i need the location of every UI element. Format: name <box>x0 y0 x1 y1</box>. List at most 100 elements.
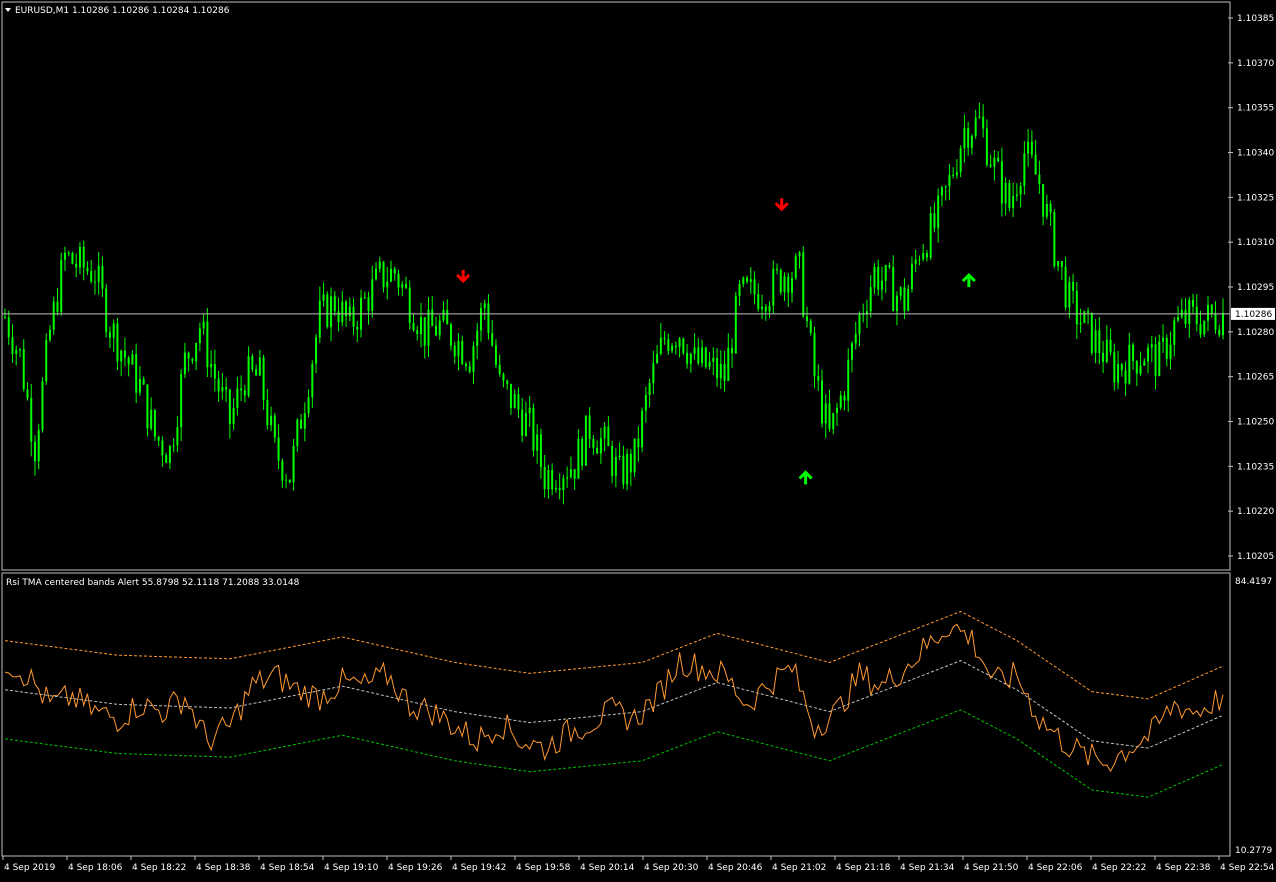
candle-body <box>888 265 891 268</box>
candle-body <box>933 213 936 229</box>
mt4-chart-window[interactable]: 1.10385 1.10370 1.10355 1.10340 1.10325 1.103… <box>0 0 1276 878</box>
time-tick-label: 4 Sep 18:54 <box>260 863 315 873</box>
candle-body <box>168 446 171 463</box>
candle-body <box>641 410 644 448</box>
candle-body <box>446 310 449 325</box>
candle-body <box>202 321 205 329</box>
candle-body <box>251 356 254 370</box>
candle-body <box>472 345 475 372</box>
candle-body <box>187 352 190 359</box>
candle-body <box>708 361 711 367</box>
candle-body <box>303 413 306 429</box>
price-tick-label: 1.10235 <box>1237 462 1274 472</box>
candle-body <box>850 343 853 360</box>
price-tick-label: 1.10205 <box>1237 552 1274 562</box>
candle-body <box>903 287 906 311</box>
candle-body <box>1075 290 1078 325</box>
candle-body <box>341 301 344 323</box>
candle-body <box>318 300 321 338</box>
candle-body <box>408 287 411 323</box>
price-tick-label: 1.10310 <box>1237 238 1274 248</box>
candle-body <box>330 296 333 327</box>
candle-body <box>524 413 527 436</box>
candle-body <box>457 340 460 357</box>
candle-body <box>150 409 153 429</box>
candle-body <box>989 164 992 167</box>
candle-body <box>232 407 235 424</box>
candle-body <box>491 333 494 346</box>
candle-body <box>270 415 273 426</box>
candle-body <box>854 333 857 344</box>
candle-body <box>817 376 820 381</box>
candle-body <box>393 268 396 274</box>
candle-body <box>4 316 6 318</box>
candle-body <box>191 358 194 362</box>
candle-body <box>997 157 1000 162</box>
candle-body <box>1210 304 1213 314</box>
candle-body <box>255 369 258 376</box>
time-tick-label: 4 Sep 20:46 <box>708 863 763 873</box>
candle-body <box>1030 141 1033 155</box>
candle-body <box>734 295 737 354</box>
candle-body <box>292 445 295 483</box>
candle-body <box>813 332 816 377</box>
candle-body <box>285 479 288 481</box>
candle-body <box>82 247 85 268</box>
candle-body <box>558 487 561 491</box>
candle-body <box>131 354 134 365</box>
candle-body <box>33 441 36 462</box>
candle-body <box>1034 154 1037 175</box>
candle-body <box>787 276 790 293</box>
candle-body <box>1135 360 1138 374</box>
candle-body <box>974 117 977 137</box>
candle-body <box>955 172 958 176</box>
candle-body <box>970 136 973 148</box>
candle-body <box>468 366 471 372</box>
candle-body <box>1147 347 1150 362</box>
candle-body <box>536 434 539 451</box>
candle-body <box>603 426 606 439</box>
time-tick-label: 4 Sep 19:26 <box>388 863 443 873</box>
price-tick-label: 1.10265 <box>1237 373 1274 383</box>
candle-body <box>1173 320 1176 345</box>
chart-canvas[interactable]: 1.10385 1.10370 1.10355 1.10340 1.10325 1.103… <box>0 0 1276 878</box>
candle-body <box>56 301 59 313</box>
candle-body <box>1124 370 1127 384</box>
indicator-title: Rsi TMA centered bands Alert 55.8798 52.… <box>6 578 300 588</box>
price-tick-label: 1.10385 <box>1237 14 1274 24</box>
candle-body <box>63 252 66 260</box>
candle-body <box>1057 261 1060 267</box>
candle-body <box>1083 311 1086 323</box>
time-tick-label: 4 Sep 2019 <box>4 863 56 873</box>
candle-body <box>509 383 512 409</box>
candle-body <box>982 116 985 129</box>
candle-body <box>281 460 284 481</box>
candle-body <box>348 306 351 317</box>
candle-body <box>633 438 636 473</box>
candle-body <box>948 174 951 187</box>
candle-body <box>910 263 913 290</box>
candle-body <box>1000 161 1003 204</box>
candle-body <box>26 389 29 399</box>
price-tick-label: 1.10220 <box>1237 507 1274 517</box>
candle-body <box>67 252 70 254</box>
candle-body <box>300 419 303 429</box>
candle-body <box>1218 329 1221 336</box>
candle-body <box>1184 309 1187 325</box>
candle-body <box>116 323 119 362</box>
candle-body <box>221 387 224 392</box>
candle-body <box>944 186 947 188</box>
candle-body <box>315 337 318 364</box>
candle-body <box>978 116 981 118</box>
time-tick-label: 4 Sep 22:38 <box>1156 863 1211 873</box>
candle-body <box>839 395 842 408</box>
candle-body <box>521 409 524 436</box>
price-tick-label: 1.10280 <box>1237 328 1274 338</box>
candle-body <box>554 487 557 490</box>
current-price-label: 1.10286 <box>1235 310 1272 320</box>
candle-body <box>1169 344 1172 359</box>
candle-body <box>416 330 419 335</box>
candle-body <box>907 289 910 311</box>
candle-body <box>757 294 760 310</box>
candle-body <box>71 252 74 264</box>
